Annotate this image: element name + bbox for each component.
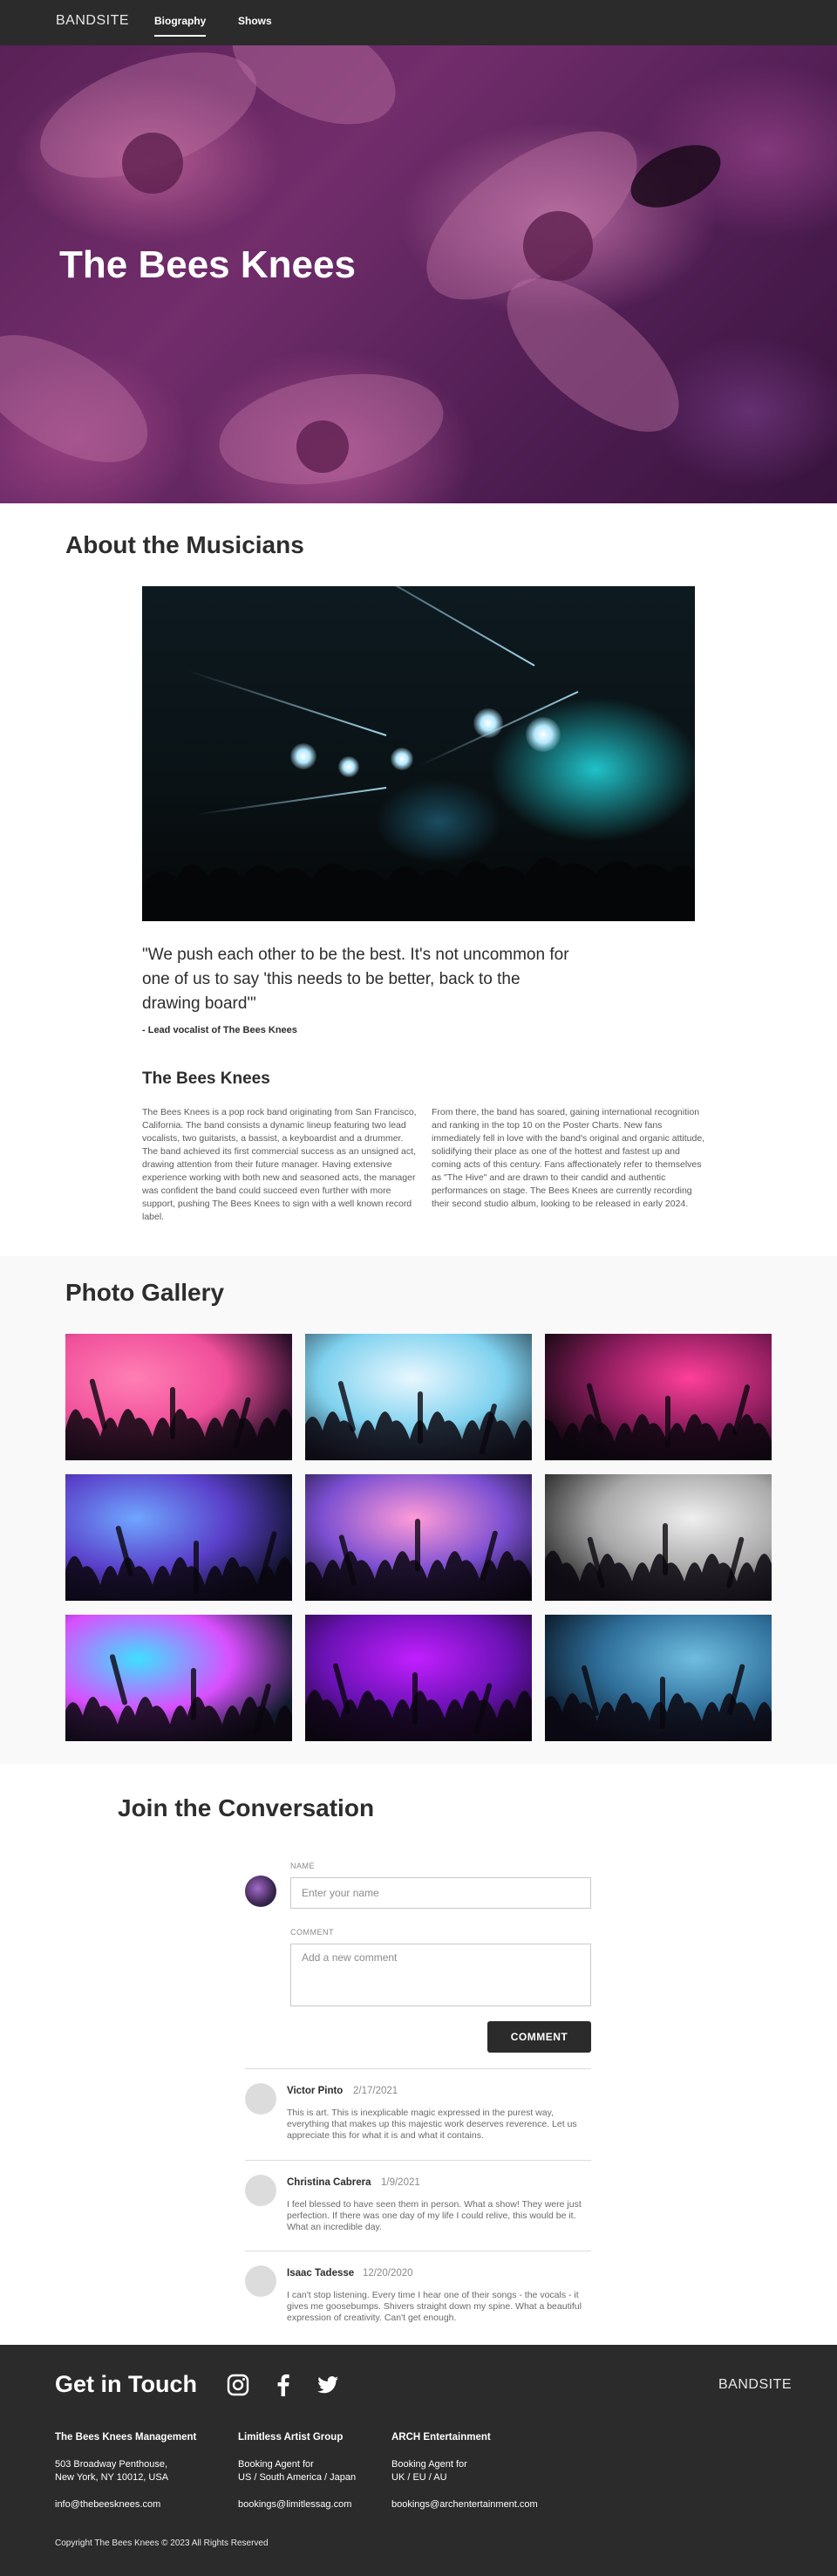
stage-light (391, 748, 413, 770)
gallery-photo-fireworks-crowd[interactable] (305, 1474, 532, 1601)
contact-heading: Limitless Artist Group (238, 2432, 344, 2443)
comment-divider (245, 2068, 591, 2069)
top-nav: BANDSITE Biography Shows (0, 0, 837, 45)
hero-banner: The Bees Knees (0, 45, 837, 503)
contact-heading: The Bees Knees Management (55, 2432, 197, 2443)
contact-line: US / South America / Japan (238, 2472, 357, 2483)
commenter-name: Christina Cabrera (287, 2177, 371, 2188)
contact-heading: ARCH Entertainment (391, 2432, 491, 2443)
gallery-photo-hands-magenta-stage[interactable] (545, 1334, 772, 1460)
comment-input[interactable] (290, 1944, 591, 2006)
stage-light (290, 743, 316, 769)
commenter-avatar (245, 2265, 276, 2297)
contact-line: Booking Agent for (238, 2459, 314, 2470)
comment-date: 1/9/2021 (381, 2177, 420, 2188)
footer-contact-column: ARCH Entertainment Booking Agent for UK … (391, 2431, 538, 2511)
gallery-photo-confetti-crowd-blue[interactable] (545, 1615, 772, 1741)
about-section-title: About the Musicians (65, 531, 304, 558)
comment-divider (245, 2160, 591, 2161)
contact-email-link[interactable]: info@thebeesknees.com (55, 2498, 196, 2511)
footer-contact-column: Limitless Artist Group Booking Agent for… (238, 2431, 356, 2511)
crowd-silhouette (142, 858, 695, 921)
band-bio-paragraph-2: From there, the band has soared, gaining… (432, 1107, 705, 1209)
gallery-photo-woman-blue-lights[interactable] (65, 1474, 292, 1601)
gallery-photo-crowd-hands-pink-smoke[interactable] (65, 1334, 292, 1460)
musician-quote: "We push each other to be the best. It's… (142, 946, 569, 1013)
stage-light (526, 717, 561, 752)
gallery-photo-smoke-woman-arms[interactable] (545, 1474, 772, 1601)
band-bio-paragraph-1: The Bees Knees is a pop rock band origin… (142, 1107, 417, 1222)
facebook-icon[interactable] (271, 2373, 296, 2397)
footer-title: Get in Touch (55, 2371, 197, 2397)
gallery-photo-rainbow-lasers-crowd[interactable] (65, 1615, 292, 1741)
quote-attribution: - Lead vocalist of The Bees Knees (142, 1025, 297, 1035)
hero-title: The Bees Knees (59, 243, 356, 286)
contact-line: Booking Agent for (391, 2459, 467, 2470)
contact-line: UK / EU / AU (391, 2472, 447, 2483)
comment-label: COMMENT (290, 1928, 334, 1937)
twitter-icon[interactable] (316, 2373, 340, 2397)
site-logo[interactable]: BANDSITE (56, 13, 129, 29)
footer: Get in Touch BANDSITE The Bees Knees Man… (0, 2345, 837, 2576)
nav-link-shows[interactable]: Shows (238, 15, 272, 27)
comment-text: I can't stop listening. Every time I hea… (287, 2290, 582, 2323)
contact-line: New York, NY 10012, USA (55, 2472, 169, 2483)
gallery-photo-dj-turntable-purple[interactable] (305, 1615, 532, 1741)
footer-logo[interactable]: BANDSITE (718, 2377, 792, 2393)
instagram-icon[interactable] (226, 2373, 250, 2397)
name-input[interactable] (290, 1877, 591, 1909)
concert-photo (142, 586, 695, 921)
user-avatar (245, 1876, 276, 1907)
gallery-section-title: Photo Gallery (65, 1279, 225, 1306)
band-subtitle: The Bees Knees (142, 1069, 270, 1088)
contact-email-link[interactable]: bookings@limitlessag.com (238, 2498, 356, 2511)
copyright-text: Copyright The Bees Knees © 2023 All Righ… (55, 2538, 269, 2548)
contact-line: 503 Broadway Penthouse, (55, 2459, 168, 2470)
stage-light (473, 708, 503, 738)
nav-link-biography[interactable]: Biography (154, 15, 207, 37)
footer-contact-column: The Bees Knees Management 503 Broadway P… (55, 2431, 196, 2511)
commenter-name: Isaac Tadesse (287, 2268, 355, 2279)
commenter-avatar (245, 2083, 276, 2115)
comment-submit-button[interactable]: COMMENT (487, 2021, 591, 2053)
gallery-photo-dancer-bright-light[interactable] (305, 1334, 532, 1460)
comment-date: 2/17/2021 (353, 2086, 398, 2096)
contact-email-link[interactable]: bookings@archentertainment.com (391, 2498, 538, 2511)
conversation-section-title: Join the Conversation (118, 1794, 375, 1821)
comment-text: I feel blessed to have seen them in pers… (287, 2199, 582, 2232)
comment-date: 12/20/2020 (363, 2268, 413, 2279)
name-label: NAME (290, 1862, 316, 1870)
comment-text: This is art. This is inexplicable magic … (287, 2108, 577, 2141)
commenter-avatar (245, 2175, 276, 2206)
commenter-name: Victor Pinto (287, 2086, 344, 2096)
stage-light (338, 756, 359, 777)
